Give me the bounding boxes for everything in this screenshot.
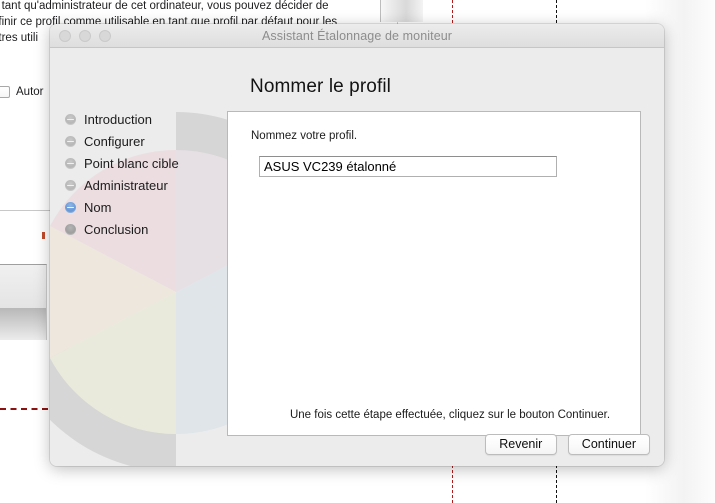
dialog-title: Assistant Étalonnage de moniteur: [261, 28, 453, 43]
step-bullet-icon: [65, 223, 76, 235]
sidebar-item-point-blanc-cible[interactable]: Point blanc cible: [65, 152, 245, 174]
continue-button[interactable]: Continuer: [567, 434, 650, 455]
screenshot-root: n tant qu'administrateur de cet ordinate…: [0, 0, 715, 503]
step-label: Introduction: [84, 111, 152, 127]
step-label: Point blanc cible: [84, 155, 179, 171]
step-label: Nom: [84, 199, 112, 215]
step-label: Conclusion: [84, 221, 149, 237]
dialog-button-row: Revenir Continuer: [484, 434, 650, 455]
sidebar-item-conclusion[interactable]: Conclusion: [65, 218, 245, 240]
background-checkbox-row[interactable]: Autor: [0, 86, 44, 98]
profile-name-prompt: Nommez votre profil.: [251, 130, 358, 142]
sidebar-item-configurer[interactable]: Configurer: [65, 130, 245, 152]
step-label: Administrateur: [84, 177, 168, 193]
background-right-chrome: [380, 0, 423, 22]
step-list: Introduction Configurer Point blanc cibl…: [65, 108, 245, 240]
sidebar-item-nom[interactable]: Nom: [65, 196, 245, 218]
zoom-button-icon[interactable]: [99, 29, 111, 42]
guide-line-red-horizontal: [0, 408, 48, 410]
dialog-body: Nommer le profil Introduction Configurer…: [50, 48, 664, 466]
background-paragraph-line-1: n tant qu'administrateur de cet ordinate…: [0, 0, 329, 12]
close-button-icon[interactable]: [59, 29, 71, 42]
background-checkbox-label: Autor: [16, 86, 44, 98]
background-panel-upper: [0, 264, 47, 309]
background-panel-lower: [0, 308, 47, 340]
sidebar-item-administrateur[interactable]: Administrateur: [65, 174, 245, 196]
profile-name-input[interactable]: [259, 156, 557, 177]
step-bullet-icon: [65, 113, 76, 125]
checkbox-icon[interactable]: [0, 86, 10, 98]
step-bullet-icon: [65, 179, 76, 191]
step-bullet-active-icon: [65, 201, 76, 213]
background-orange-marker: [42, 232, 45, 239]
content-panel: Nommez votre profil. Une fois cette étap…: [227, 111, 641, 436]
step-bullet-icon: [65, 135, 76, 147]
minimize-button-icon[interactable]: [79, 29, 91, 42]
calibrator-assistant-dialog: Assistant Étalonnage de moniteur Nommer …: [50, 24, 664, 466]
step-label: Configurer: [84, 133, 145, 149]
traffic-light-group: [59, 24, 111, 47]
step-bullet-icon: [65, 157, 76, 169]
page-title: Nommer le profil: [250, 76, 391, 97]
sidebar-item-introduction[interactable]: Introduction: [65, 108, 245, 130]
back-button[interactable]: Revenir: [484, 434, 557, 455]
dialog-titlebar[interactable]: Assistant Étalonnage de moniteur: [50, 24, 664, 48]
continue-hint-text: Une fois cette étape effectuée, cliquez …: [289, 409, 611, 421]
